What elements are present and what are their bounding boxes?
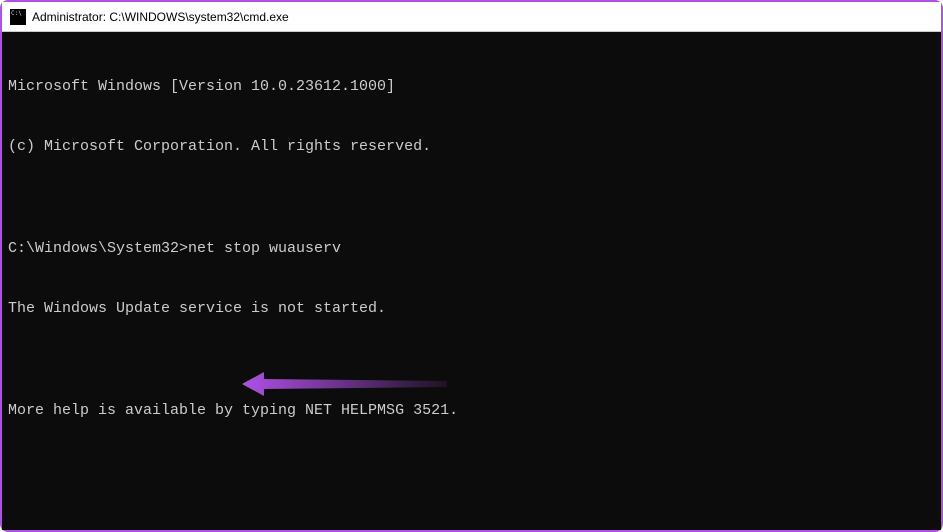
cmd-icon — [10, 9, 26, 25]
window-title: Administrator: C:\WINDOWS\system32\cmd.e… — [32, 10, 933, 24]
terminal-line: (c) Microsoft Corporation. All rights re… — [8, 137, 935, 157]
terminal-line: The Windows Update service is not starte… — [8, 299, 935, 319]
cmd-window: Administrator: C:\WINDOWS\system32\cmd.e… — [2, 2, 941, 530]
terminal-line: More help is available by typing NET HEL… — [8, 401, 935, 421]
annotation-arrow-icon — [242, 369, 452, 399]
terminal-line: Microsoft Windows [Version 10.0.23612.10… — [8, 77, 935, 97]
terminal-line: C:\Windows\System32>net stop wuauserv — [8, 239, 935, 259]
title-bar[interactable]: Administrator: C:\WINDOWS\system32\cmd.e… — [2, 2, 941, 32]
terminal-area[interactable]: Microsoft Windows [Version 10.0.23612.10… — [2, 32, 941, 530]
